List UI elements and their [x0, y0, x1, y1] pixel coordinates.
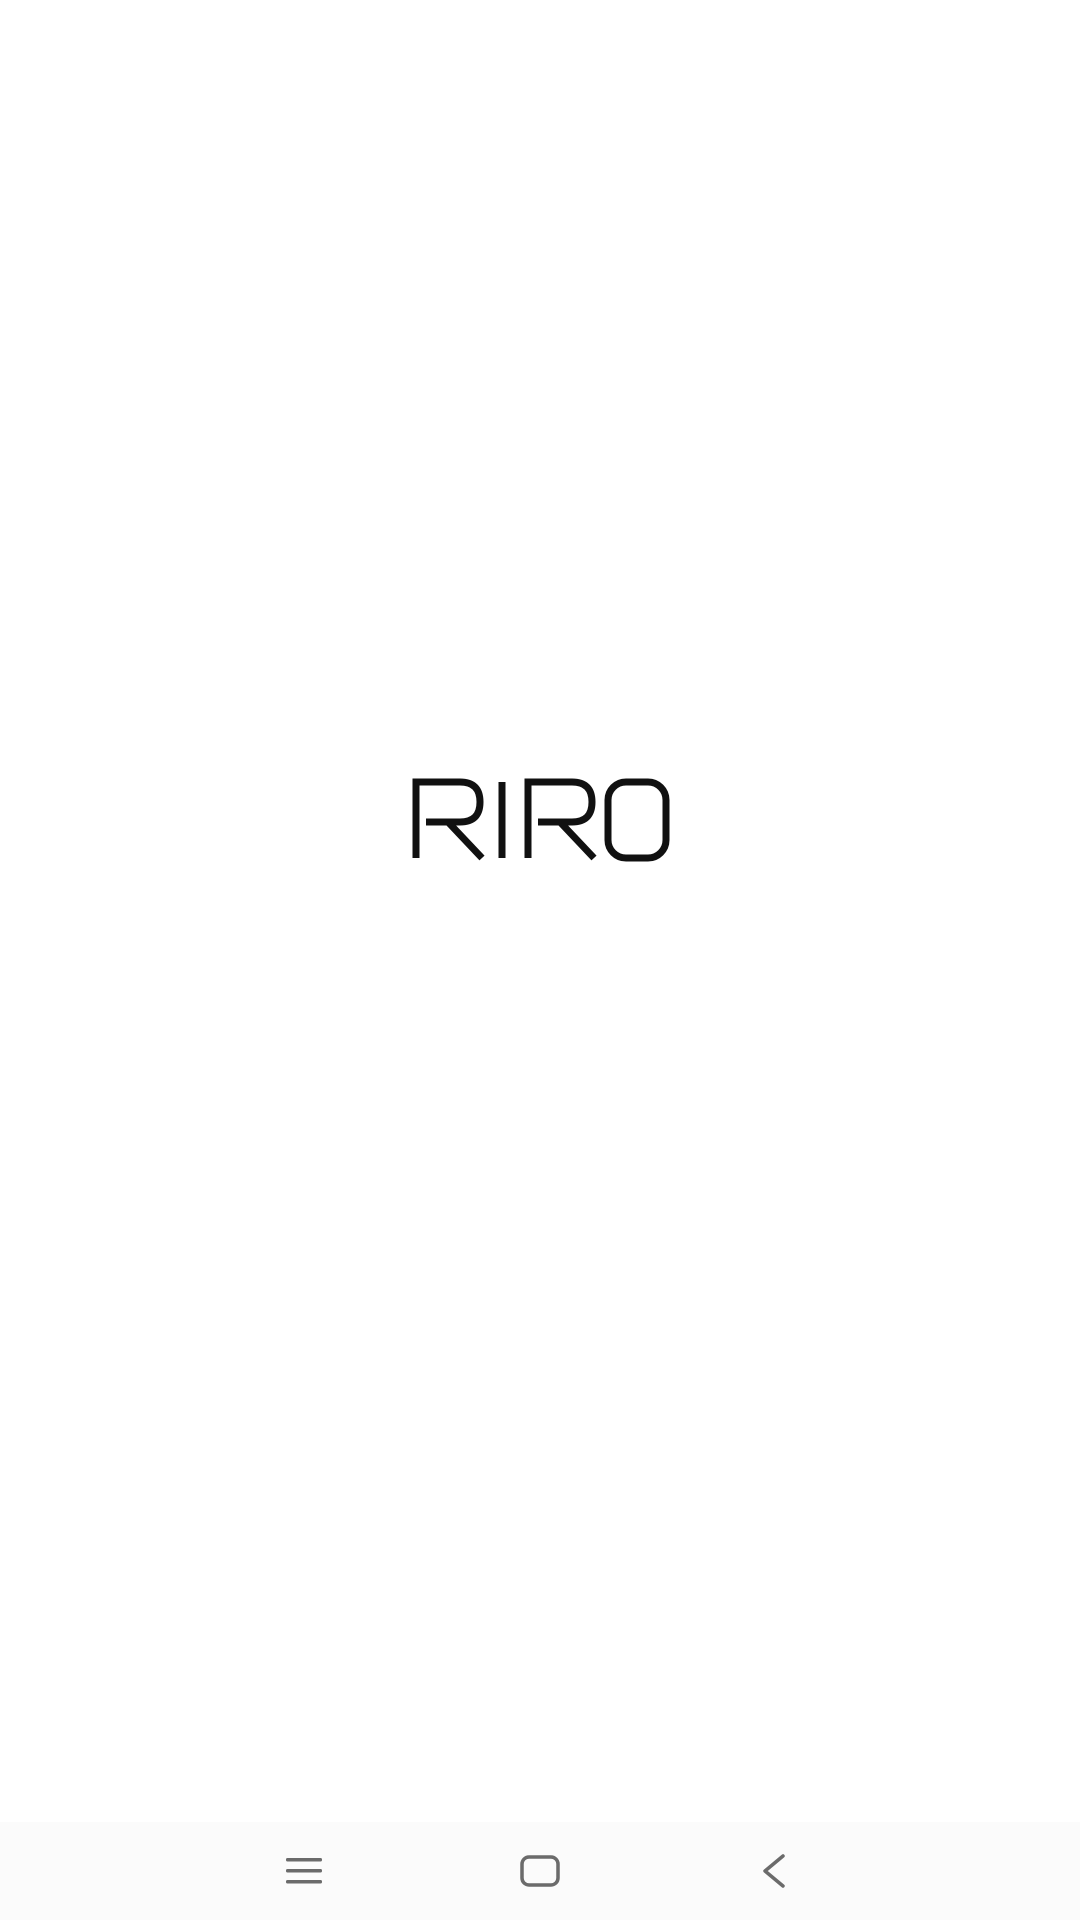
back-button[interactable] — [714, 1822, 834, 1920]
home-icon — [520, 1855, 560, 1887]
recent-apps-button[interactable] — [244, 1822, 364, 1920]
riro-logo: RIRO — [408, 774, 672, 862]
splash-screen: RIRO — [0, 0, 1080, 1822]
back-icon — [763, 1854, 785, 1888]
system-navigation-bar — [0, 1822, 1080, 1920]
logo-text: RIRO — [408, 862, 409, 863]
menu-icon — [286, 1858, 322, 1884]
home-button[interactable] — [480, 1822, 600, 1920]
riro-logo-graphic — [412, 778, 670, 862]
